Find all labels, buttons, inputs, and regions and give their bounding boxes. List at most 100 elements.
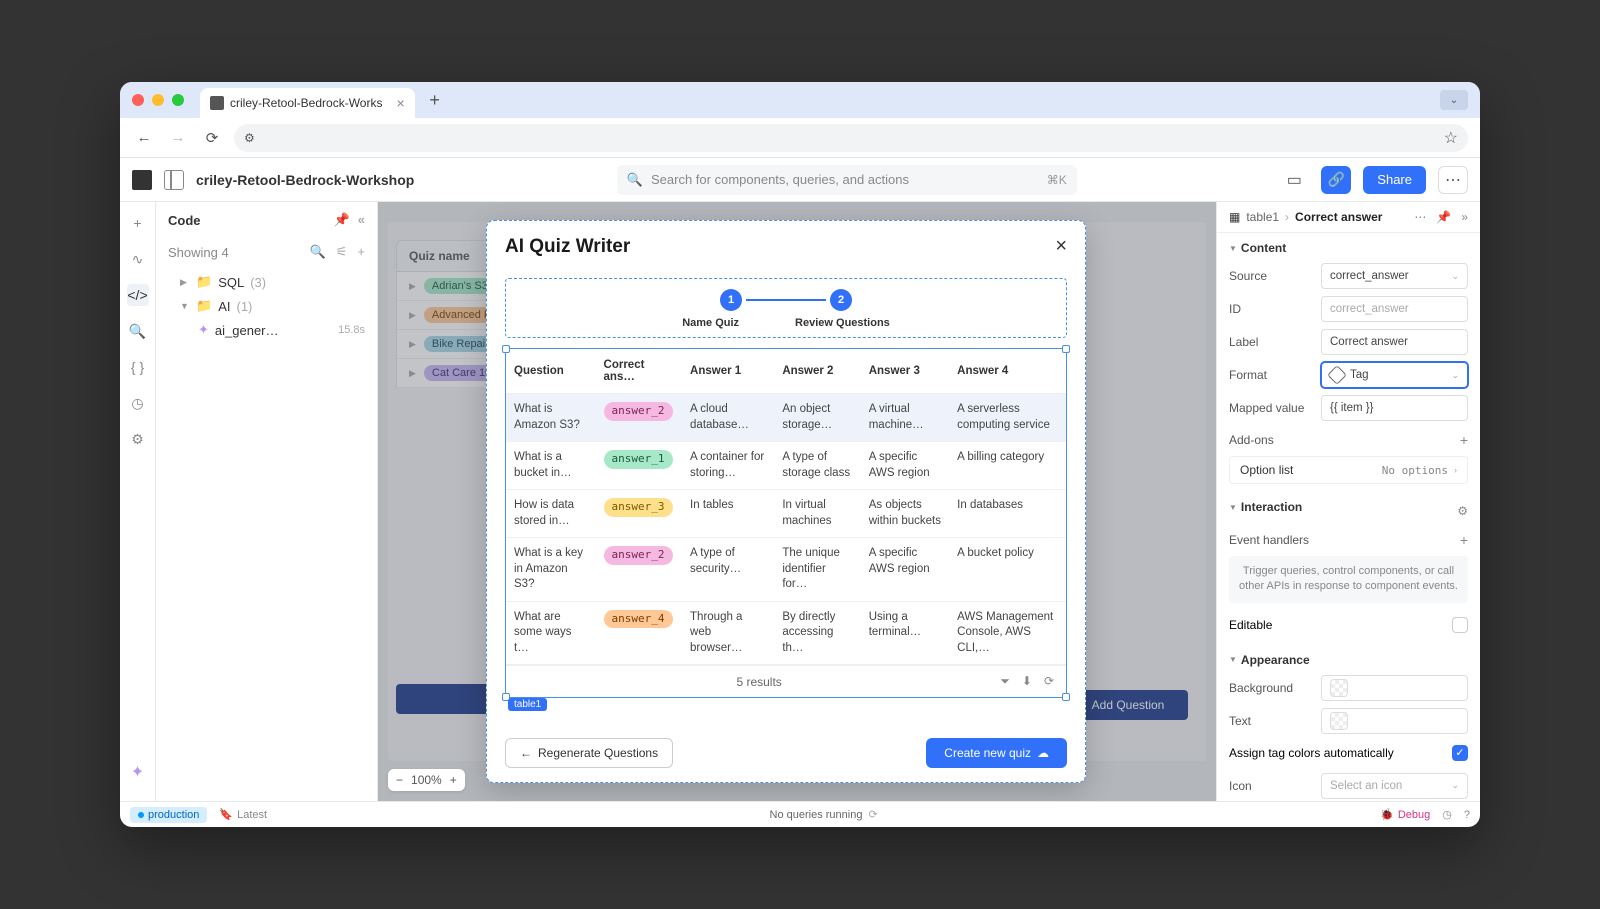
option-list-row[interactable]: Option list No options › (1229, 456, 1468, 484)
mapped-value-input[interactable]: {{ item }} (1321, 395, 1468, 421)
cell-answer: Through a web browser… (682, 601, 774, 665)
regenerate-button[interactable]: ← Regenerate Questions (505, 738, 673, 768)
back-button[interactable]: ← (132, 126, 156, 150)
modal-title: AI Quiz Writer (505, 236, 630, 258)
column-header[interactable]: Answer 2 (774, 349, 860, 394)
collapse-right-icon[interactable]: » (1461, 210, 1468, 224)
step-2-circle[interactable]: 2 (830, 289, 852, 311)
pin-icon[interactable]: 📌 (1436, 210, 1451, 224)
rail-add-icon[interactable]: + (127, 212, 149, 234)
resize-handle[interactable] (1062, 693, 1070, 701)
zoom-in-button[interactable]: + (450, 773, 457, 787)
tabs-dropdown-icon[interactable]: ⌄ (1440, 90, 1468, 110)
tree-folder-ai[interactable]: ▼ 📁 AI (1) (164, 294, 369, 318)
address-bar[interactable]: ⚙ ☆ (234, 124, 1468, 152)
tab-favicon (210, 96, 224, 110)
rail-state-icon[interactable]: { } (127, 356, 149, 378)
refresh-queries-icon[interactable]: ⟳ (868, 808, 877, 821)
editable-toggle[interactable] (1452, 617, 1468, 633)
cell-answer: In databases (949, 490, 1066, 538)
event-handlers-hint: Trigger queries, control components, or … (1229, 556, 1468, 603)
rail-code-icon[interactable]: </> (127, 284, 149, 306)
auto-colors-toggle[interactable]: ✓ (1452, 745, 1468, 761)
bookmark-icon[interactable]: ☆ (1444, 128, 1458, 148)
refresh-icon[interactable]: ⟳ (1044, 674, 1054, 689)
resize-handle[interactable] (502, 345, 510, 353)
color-swatch[interactable] (1330, 679, 1348, 697)
table-row[interactable]: What is a key in Amazon S3?answer_2A typ… (506, 538, 1066, 602)
ai-quiz-modal: AI Quiz Writer × 1 2 Name Quiz Review Qu… (486, 220, 1086, 783)
step-1-circle[interactable]: 1 (720, 289, 742, 311)
add-event-handler-icon[interactable]: + (1460, 532, 1468, 548)
rail-search-icon[interactable]: 🔍 (127, 320, 149, 342)
section-interaction[interactable]: ▼Interaction (1229, 500, 1302, 514)
table-row[interactable]: How is data stored in…answer_3In tablesI… (506, 490, 1066, 538)
zoom-out-button[interactable]: − (396, 773, 403, 787)
add-code-icon[interactable]: + (357, 244, 365, 260)
color-swatch[interactable] (1330, 712, 1348, 730)
rail-settings-icon[interactable]: ⚙ (127, 428, 149, 450)
component-label[interactable]: table1 (508, 698, 547, 711)
interaction-settings-icon[interactable]: ⚙ (1457, 504, 1468, 518)
version-badge[interactable]: 🔖Latest (219, 808, 267, 821)
toggle-panels-icon[interactable] (164, 170, 184, 190)
create-quiz-button[interactable]: Create new quiz ☁ (926, 738, 1067, 768)
new-tab-button[interactable]: + (423, 88, 447, 112)
column-header[interactable]: Answer 4 (949, 349, 1066, 394)
section-content[interactable]: ▼Content (1229, 241, 1468, 255)
resize-handle[interactable] (1062, 345, 1070, 353)
questions-table-component[interactable]: QuestionCorrect ans…Answer 1Answer 2Answ… (505, 348, 1067, 698)
more-icon[interactable]: ⋯ (1414, 210, 1426, 224)
column-header[interactable]: Correct ans… (596, 349, 683, 394)
rail-ai-icon[interactable]: ✦ (127, 761, 149, 783)
help-icon[interactable]: ? (1464, 809, 1470, 821)
filter-icon[interactable]: ⏷ (1000, 674, 1010, 689)
debug-button[interactable]: 🐞Debug (1380, 808, 1430, 821)
reload-button[interactable]: ⟳ (200, 126, 224, 150)
window-maximize[interactable] (172, 94, 184, 106)
column-header[interactable]: Question (506, 349, 596, 394)
environment-badge[interactable]: production (130, 807, 207, 823)
id-input[interactable]: correct_answer (1321, 296, 1468, 322)
search-code-icon[interactable]: 🔍 (310, 244, 326, 260)
cell-correct: answer_4 (596, 601, 683, 665)
cell-answer: A type of storage class (774, 442, 860, 490)
modal-close-icon[interactable]: × (1055, 235, 1067, 258)
share-button[interactable]: Share (1363, 166, 1426, 194)
tab-close-icon[interactable]: × (396, 95, 404, 111)
background-color-input[interactable] (1321, 675, 1468, 701)
rail-tree-icon[interactable]: ∿ (127, 248, 149, 270)
label-input[interactable]: Correct answer (1321, 329, 1468, 355)
breadcrumb-table[interactable]: table1 (1246, 210, 1279, 224)
history-icon[interactable]: ◷ (1442, 808, 1452, 821)
add-addon-icon[interactable]: + (1460, 432, 1468, 448)
more-menu-icon[interactable]: ⋯ (1438, 166, 1468, 194)
table-row[interactable]: What is Amazon S3?answer_2A cloud databa… (506, 394, 1066, 442)
icon-select[interactable]: Select an icon⌄ (1321, 773, 1468, 799)
format-select[interactable]: Tag⌄ (1321, 362, 1468, 388)
section-appearance[interactable]: ▼Appearance (1229, 653, 1468, 667)
cloud-upload-icon: ☁ (1037, 746, 1049, 760)
retool-logo[interactable] (132, 170, 152, 190)
tree-item-ai-generate[interactable]: ✦ ai_gener… 15.8s (164, 318, 369, 342)
source-select[interactable]: correct_answer⌄ (1321, 263, 1468, 289)
preview-icon[interactable]: ▭ (1279, 165, 1309, 195)
pin-icon[interactable]: 📌 (334, 212, 350, 228)
tree-folder-sql[interactable]: ▶ 📁 SQL (3) (164, 270, 369, 294)
collapse-left-icon[interactable]: « (358, 212, 365, 228)
table-row[interactable]: What is a bucket in…answer_1A container … (506, 442, 1066, 490)
table-row[interactable]: What are some ways t…answer_4Through a w… (506, 601, 1066, 665)
column-header[interactable]: Answer 1 (682, 349, 774, 394)
browser-tab[interactable]: criley-Retool-Bedrock-Works × (200, 88, 415, 118)
text-color-input[interactable] (1321, 708, 1468, 734)
download-icon[interactable]: ⬇ (1022, 674, 1032, 689)
column-header[interactable]: Answer 3 (861, 349, 949, 394)
window-close[interactable] (132, 94, 144, 106)
link-button[interactable]: 🔗 (1321, 166, 1351, 194)
window-minimize[interactable] (152, 94, 164, 106)
site-settings-icon[interactable]: ⚙ (244, 131, 255, 145)
forward-button[interactable]: → (166, 126, 190, 150)
filter-code-icon[interactable]: ⚟ (336, 244, 348, 260)
rail-history-icon[interactable]: ◷ (127, 392, 149, 414)
global-search-input[interactable]: 🔍 Search for components, queries, and ac… (617, 165, 1077, 195)
